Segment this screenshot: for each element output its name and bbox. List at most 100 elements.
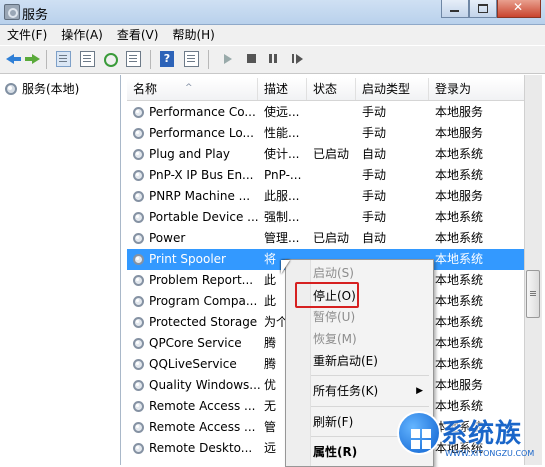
column-label: 登录为 [435, 82, 472, 96]
help-icon[interactable]: ? [160, 51, 174, 67]
window-title: 服务 [22, 8, 49, 23]
service-gear-icon [132, 358, 145, 371]
menu-help[interactable]: 帮助(H) [165, 25, 221, 45]
watermark-logo: 系统族 WWW.XITONGZU.COM [395, 405, 545, 465]
console-tree-icon[interactable] [56, 51, 71, 67]
menu-item-all-tasks[interactable]: 所有任务(K) [313, 380, 378, 402]
toolbar-separator [150, 50, 151, 69]
restart-service-icon[interactable] [290, 51, 306, 67]
table-row[interactable]: Performance Co... 使远... 手动 本地服务 [127, 102, 527, 123]
close-icon[interactable] [497, 0, 541, 18]
export-icon[interactable] [126, 51, 141, 67]
cell-startup-type: 手动 [362, 189, 387, 203]
menu-item-restart[interactable]: 重新启动(E) [313, 350, 378, 372]
cell-name: Power [149, 231, 186, 245]
cell-startup-type: 手动 [362, 210, 387, 224]
submenu-arrow-icon: ▶ [416, 386, 423, 396]
forward-arrow-icon[interactable] [24, 51, 40, 67]
toolbar: ? [0, 46, 545, 74]
windows-logo-icon [397, 411, 441, 455]
gear-icon [4, 82, 18, 96]
cell-description: 使远... [264, 105, 300, 119]
cell-startup-type: 自动 [362, 147, 387, 161]
service-gear-icon [132, 148, 145, 161]
column-label: 状态 [313, 82, 338, 96]
table-row[interactable]: Plug and Play 使计... 已启动 自动 本地系统 [127, 144, 527, 165]
table-row[interactable]: Performance Lo... 性能... 手动 本地服务 [127, 123, 527, 144]
maximize-icon[interactable] [469, 0, 497, 18]
services-app-icon [4, 4, 20, 20]
toolbar-separator [46, 50, 47, 69]
refresh-icon[interactable] [104, 53, 118, 67]
service-gear-icon [132, 169, 145, 182]
service-gear-icon [132, 232, 145, 245]
service-gear-icon [132, 295, 145, 308]
window-controls [441, 0, 541, 18]
cell-name: QQLiveService [149, 357, 237, 371]
tree-item-services-local[interactable]: 服务(本地) [4, 80, 79, 97]
table-row[interactable]: PnP-X IP Bus En... PnP-... 手动 本地系统 [127, 165, 527, 186]
column-label: 描述 [264, 82, 289, 96]
cell-description: 强制... [264, 210, 300, 224]
cell-logon-as: 本地系统 [435, 357, 484, 371]
cell-description: PnP-... [264, 168, 302, 182]
cell-description: 性能... [264, 126, 300, 140]
sort-ascending-icon: ^ [185, 83, 193, 93]
cell-logon-as: 本地服务 [435, 126, 484, 140]
menu-view[interactable]: 查看(V) [110, 25, 166, 45]
service-gear-icon [132, 211, 145, 224]
start-service-icon[interactable] [220, 51, 236, 67]
service-gear-icon [132, 190, 145, 203]
service-gear-icon [132, 400, 145, 413]
service-gear-icon [132, 421, 145, 434]
cell-name: PNRP Machine ... [149, 189, 251, 203]
watermark-url: WWW.XITONGZU.COM [445, 449, 535, 458]
cell-name: Remote Deskto... [149, 441, 253, 455]
cell-logon-as: 本地服务 [435, 189, 484, 203]
back-arrow-icon[interactable] [6, 51, 22, 67]
details-icon[interactable] [184, 51, 199, 67]
cell-name: PnP-X IP Bus En... [149, 168, 254, 182]
cell-logon-as: 本地系统 [435, 315, 484, 329]
cell-logon-as: 本地系统 [435, 168, 484, 182]
watermark-text: 系统族 [441, 419, 523, 449]
menu-file[interactable]: 文件(F) [0, 25, 54, 45]
cell-name: Remote Access ... [149, 399, 256, 413]
menu-bar: 文件(F) 操作(A) 查看(V) 帮助(H) [0, 25, 545, 45]
column-header-status[interactable]: 状态 [307, 78, 356, 100]
menu-item-start[interactable]: 启动(S) [313, 262, 354, 284]
table-row[interactable]: Power 管理... 已启动 自动 本地系统 [127, 228, 527, 249]
column-header-description[interactable]: 描述 [258, 78, 307, 100]
menu-item-properties[interactable]: 属性(R) [313, 441, 357, 463]
column-header-startup-type[interactable]: 启动类型 [356, 78, 429, 100]
service-gear-icon [132, 274, 145, 287]
minimize-icon[interactable] [441, 0, 469, 18]
cell-startup-type: 手动 [362, 168, 387, 182]
cell-logon-as: 本地服务 [435, 378, 484, 392]
cell-name: Problem Report... [149, 273, 254, 287]
table-row[interactable]: PNRP Machine ... 此服... 手动 本地服务 [127, 186, 527, 207]
menu-item-resume[interactable]: 恢复(M) [313, 328, 357, 350]
list-header: 名称 ^ 描述 状态 启动类型 登录为 [127, 78, 527, 101]
cell-logon-as: 本地系统 [435, 273, 484, 287]
pause-service-icon[interactable] [266, 51, 282, 67]
service-gear-icon [132, 106, 145, 119]
menu-item-refresh[interactable]: 刷新(F) [313, 411, 353, 433]
column-header-name[interactable]: 名称 ^ [127, 78, 258, 100]
stop-service-icon[interactable] [244, 51, 260, 67]
cell-description: 使计... [264, 147, 300, 161]
cell-name: QPCore Service [149, 336, 242, 350]
cell-name: Protected Storage [149, 315, 258, 329]
console-tree: 服务(本地) [0, 75, 121, 465]
menu-action[interactable]: 操作(A) [54, 25, 110, 45]
cell-logon-as: 本地系统 [435, 147, 484, 161]
table-row[interactable]: Portable Device ... 强制... 手动 本地系统 [127, 207, 527, 228]
column-label: 名称 [133, 82, 158, 96]
cell-logon-as: 本地系统 [435, 210, 484, 224]
column-header-logon-as[interactable]: 登录为 [429, 78, 527, 100]
scrollbar-thumb[interactable] [526, 270, 540, 318]
menu-item-pause[interactable]: 暂停(U) [313, 306, 355, 328]
properties-icon[interactable] [80, 51, 95, 67]
cell-logon-as: 本地系统 [435, 252, 484, 266]
cell-startup-type: 手动 [362, 126, 387, 140]
